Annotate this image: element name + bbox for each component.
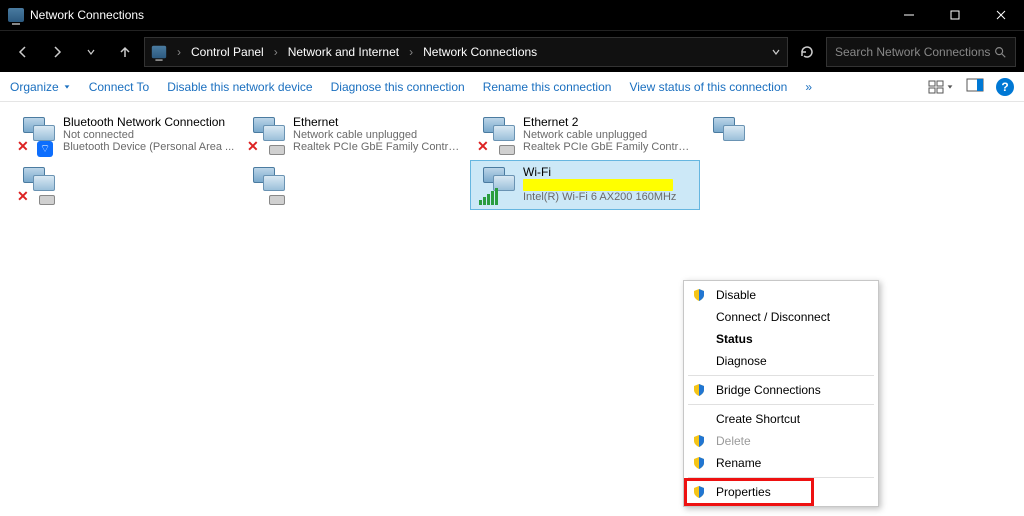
ctx-create-shortcut[interactable]: Create Shortcut [686,408,876,430]
up-button[interactable] [110,37,140,67]
search-box[interactable]: Search Network Connections [826,37,1016,67]
command-bar: Organize Connect To Disable this network… [0,72,1024,102]
view-status-button[interactable]: View status of this connection [629,80,787,94]
breadcrumb-item[interactable]: Network Connections [423,45,537,59]
minimize-button[interactable] [886,0,932,30]
connection-status: Network cable unplugged [293,129,465,141]
shield-icon [692,456,706,470]
ctx-connect-disconnect[interactable]: Connect / Disconnect [686,306,876,328]
shield-icon [692,434,706,448]
title-bar-left: Network Connections [8,8,144,22]
connection-device: Realtek PCIe GbE Family Controller [293,141,465,153]
search-icon [993,45,1007,59]
connection-item-bluetooth[interactable]: ✕ ⌔ Bluetooth Network Connection Not con… [10,110,240,160]
shield-icon [692,383,706,397]
back-button[interactable] [8,37,38,67]
error-icon: ✕ [17,138,29,155]
connection-item-ethernet-2[interactable]: ✕ Ethernet 2 Network cable unplugged Rea… [470,110,700,160]
connection-icon [475,165,517,207]
view-options-button[interactable] [928,80,954,94]
connection-name: Ethernet [293,115,465,129]
location-icon [152,45,166,58]
connection-status: Not connected [63,129,235,141]
recent-locations-button[interactable] [76,37,106,67]
bluetooth-badge-icon: ⌔ [37,141,53,157]
connection-device: Realtek PCIe GbE Family Controlle... [523,141,695,153]
search-placeholder: Search Network Connections [835,45,990,59]
wifi-signal-icon [479,188,498,205]
ethernet-plug-icon [269,195,285,205]
breadcrumb-item[interactable]: Network and Internet [288,45,399,59]
disable-device-button[interactable]: Disable this network device [167,80,312,94]
rename-button[interactable]: Rename this connection [483,80,612,94]
connection-icon: ✕ [475,115,517,157]
ctx-properties[interactable]: Properties [686,481,876,503]
nav-bar: › Control Panel › Network and Internet ›… [0,30,1024,72]
refresh-button[interactable] [792,37,822,67]
connection-name: Wi-Fi [523,165,695,179]
ctx-separator [688,477,874,478]
content-area: ✕ ⌔ Bluetooth Network Connection Not con… [0,102,1024,516]
connection-icon: ✕ [15,165,57,207]
ctx-separator [688,404,874,405]
ctx-disable[interactable]: Disable [686,284,876,306]
breadcrumb-sep: › [270,45,282,59]
window-controls [886,0,1024,30]
shield-icon [692,485,706,499]
breadcrumb-sep: › [405,45,417,59]
connection-name: Bluetooth Network Connection [63,115,235,129]
diagnose-button[interactable]: Diagnose this connection [331,80,465,94]
ctx-rename[interactable]: Rename [686,452,876,474]
context-menu: Disable Connect / Disconnect Status Diag… [683,280,879,507]
ctx-diagnose[interactable]: Diagnose [686,350,876,372]
connection-icon [705,115,747,157]
shield-icon [692,288,706,302]
connection-name: Ethernet 2 [523,115,695,129]
redacted-label [523,179,673,191]
app-icon [8,8,24,22]
overflow-button[interactable]: » [805,80,812,94]
error-icon: ✕ [477,138,489,155]
connect-to-button[interactable]: Connect To [89,80,150,94]
breadcrumb-sep: › [173,45,185,59]
preview-pane-button[interactable] [966,78,984,95]
chevron-down-icon[interactable] [771,47,781,57]
connection-item-redacted-3[interactable] [240,160,470,210]
ethernet-plug-icon [499,145,515,155]
error-icon: ✕ [247,138,259,155]
connection-device: Intel(R) Wi-Fi 6 AX200 160MHz [523,191,695,203]
ctx-delete: Delete [686,430,876,452]
ctx-bridge-connections[interactable]: Bridge Connections [686,379,876,401]
connection-item-ethernet[interactable]: ✕ Ethernet Network cable unplugged Realt… [240,110,470,160]
connection-item-redacted-2[interactable]: ✕ [10,160,240,210]
close-button[interactable] [978,0,1024,30]
connection-icon [245,165,287,207]
ethernet-plug-icon [39,195,55,205]
ctx-status[interactable]: Status [686,328,876,350]
error-icon: ✕ [17,188,29,205]
breadcrumb-item[interactable]: Control Panel [191,45,264,59]
maximize-button[interactable] [932,0,978,30]
organize-menu[interactable]: Organize [10,80,71,94]
connection-status: Network cable unplugged [523,129,695,141]
connection-device: Bluetooth Device (Personal Area ... [63,141,235,153]
forward-button[interactable] [42,37,72,67]
connection-item-wifi[interactable]: Wi-Fi Intel(R) Wi-Fi 6 AX200 160MHz [470,160,700,210]
connection-item-redacted-1[interactable] [700,110,930,160]
help-button[interactable]: ? [996,78,1014,96]
address-bar[interactable]: › Control Panel › Network and Internet ›… [144,37,788,67]
title-bar: Network Connections [0,0,1024,30]
ctx-separator [688,375,874,376]
connection-icon: ✕ [245,115,287,157]
ethernet-plug-icon [269,145,285,155]
window-title: Network Connections [30,8,144,22]
connection-icon: ✕ ⌔ [15,115,57,157]
